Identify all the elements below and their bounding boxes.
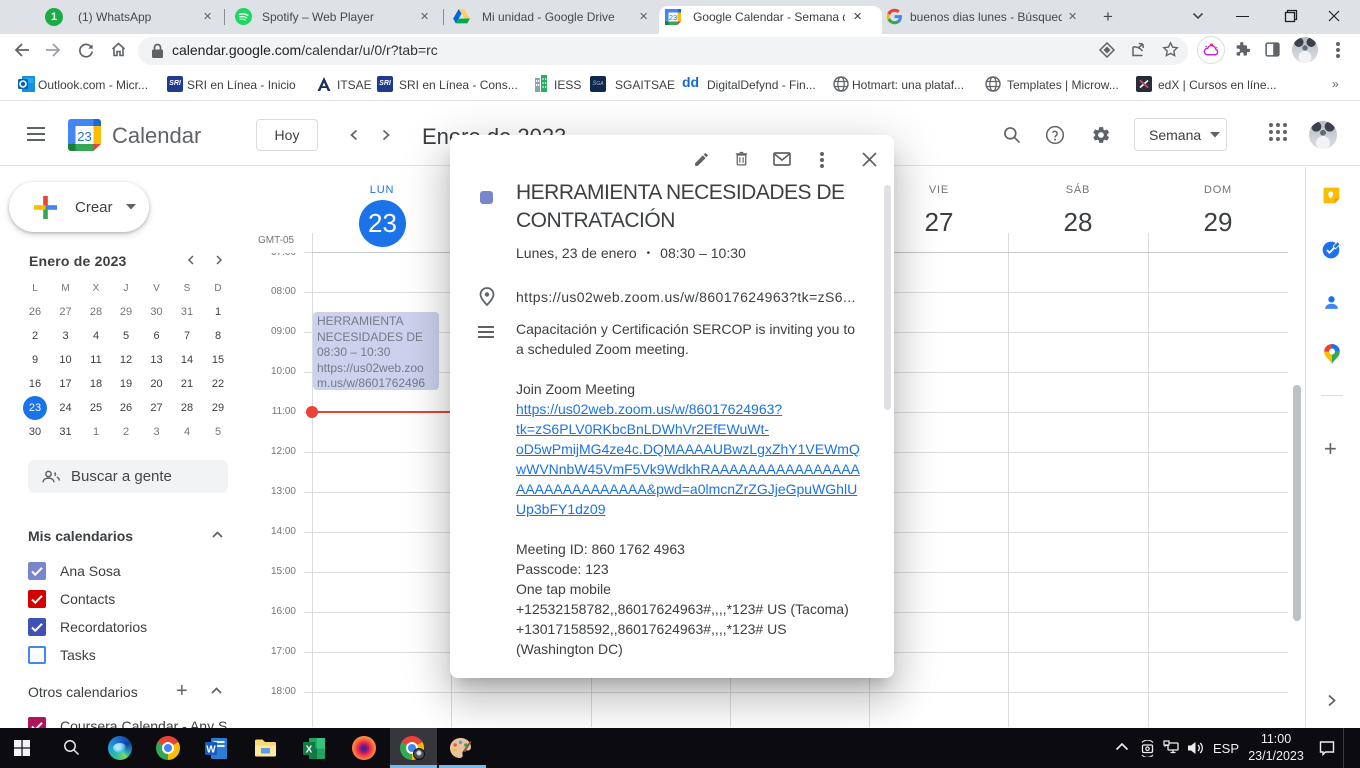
svg-text:23: 23 (77, 129, 91, 144)
svg-text:X: X (306, 745, 313, 756)
svg-text:W: W (206, 745, 216, 756)
svg-text:23: 23 (669, 13, 677, 22)
